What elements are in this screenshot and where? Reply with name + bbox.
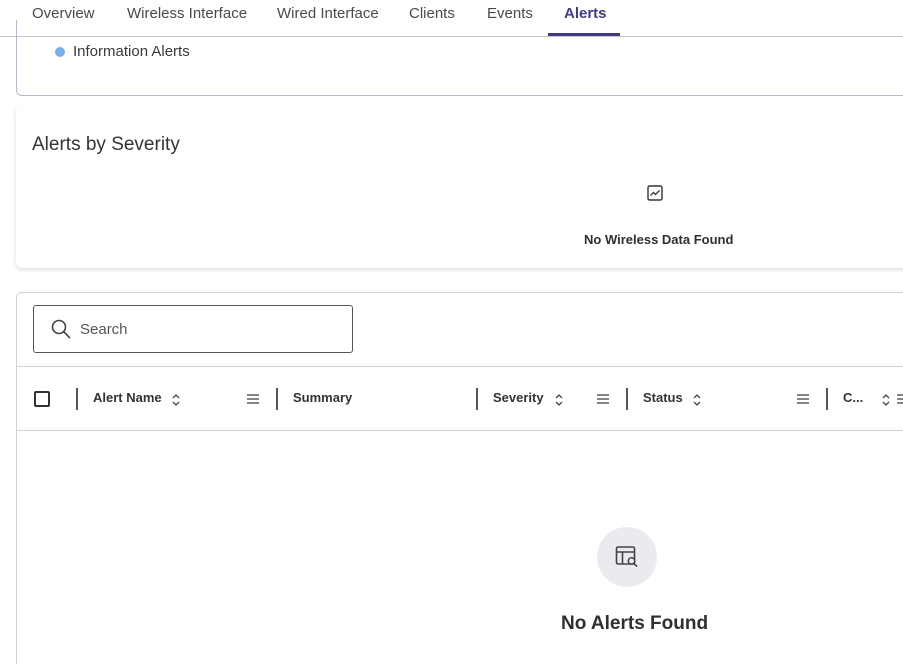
alerts-legend-card: Information Alerts [16,20,903,96]
legend-item-information: Information Alerts [55,43,190,60]
sort-icon[interactable] [692,393,702,407]
column-resize-handle[interactable] [76,388,78,410]
empty-state-icon-container [597,527,657,587]
alerts-table-card: Alert Name Summary Severity Status [16,292,903,664]
column-menu-icon[interactable] [247,394,259,404]
search-icon [51,319,71,339]
column-resize-handle[interactable] [826,388,828,410]
table-header: Alert Name Summary Severity Status C... [17,366,903,431]
column-header-truncated[interactable]: C... [843,390,863,405]
column-header-severity[interactable]: Severity [493,390,544,405]
empty-state-message: No Wireless Data Found [584,232,734,247]
column-header-summary[interactable]: Summary [293,390,352,405]
column-menu-icon[interactable] [897,394,903,404]
empty-state-message: No Alerts Found [561,613,709,634]
search-box[interactable] [33,305,353,353]
column-menu-icon[interactable] [597,394,609,404]
chart-line-icon [647,185,663,201]
section-title: Alerts by Severity [32,134,180,155]
table-search-icon [615,546,638,567]
column-resize-handle[interactable] [276,388,278,410]
select-all-checkbox[interactable] [34,391,50,407]
legend-label: Information Alerts [73,43,190,60]
column-resize-handle[interactable] [626,388,628,410]
sort-icon[interactable] [881,393,891,407]
column-header-status[interactable]: Status [643,390,683,405]
legend-dot [55,46,65,57]
column-menu-icon[interactable] [797,394,809,404]
alerts-by-severity-card: Alerts by Severity No Wireless Data Foun… [16,105,903,268]
column-header-alert-name[interactable]: Alert Name [93,390,162,405]
sort-icon[interactable] [554,393,564,407]
search-input[interactable] [80,320,340,338]
sort-icon[interactable] [171,393,181,407]
column-resize-handle[interactable] [476,388,478,410]
